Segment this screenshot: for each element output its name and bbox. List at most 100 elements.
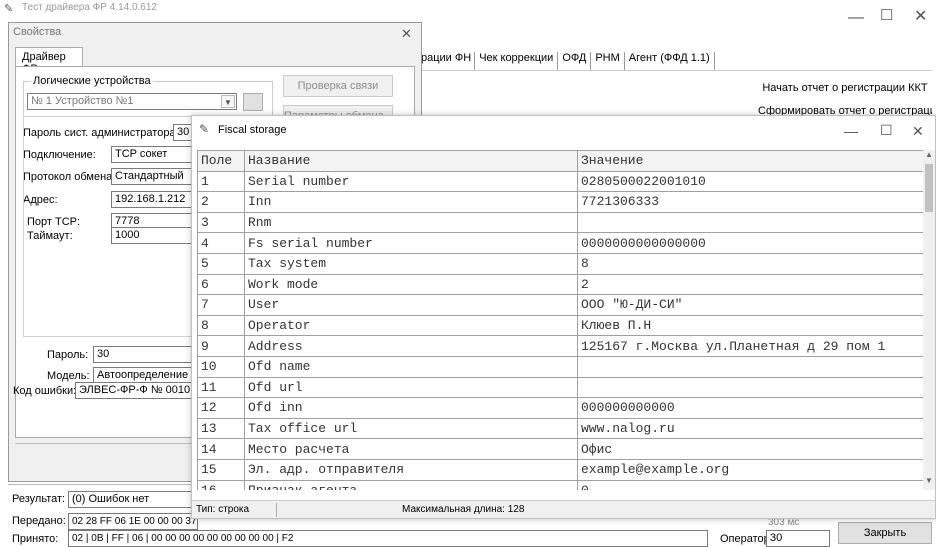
row-value[interactable]: 2 <box>577 273 923 296</box>
row-name[interactable]: Tax system <box>244 252 578 275</box>
row-value[interactable]: 0 <box>577 479 923 490</box>
table-row[interactable]: 8 Operator Клюев П.Н <box>197 314 923 337</box>
scroll-down-icon[interactable]: ▼ <box>924 476 934 488</box>
check-link-button[interactable]: Проверка связи <box>283 75 393 97</box>
model-label: Модель: <box>47 370 90 382</box>
password-label: Пароль: <box>47 349 89 361</box>
minimize-icon[interactable]: — <box>848 10 864 26</box>
row-value[interactable]: 000000000000 <box>577 397 923 419</box>
table-row[interactable]: 11 Ofd url <box>197 376 923 399</box>
row-value[interactable]: 0280500022001010 <box>577 170 923 193</box>
row-name[interactable]: Work mode <box>244 273 578 296</box>
row-value[interactable] <box>577 355 923 378</box>
table-row[interactable]: 16Признак агента0 <box>197 479 923 490</box>
col-value[interactable]: Значение <box>577 150 923 172</box>
close-button[interactable]: Закрыть <box>838 522 932 544</box>
vertical-scrollbar[interactable]: ▲ ▼ <box>923 150 935 490</box>
tab-rnm[interactable]: РНМ <box>591 52 625 70</box>
device-options-button[interactable] <box>243 93 263 111</box>
table-row[interactable]: 2 Inn 7721306333 <box>197 191 923 213</box>
row-value[interactable]: www.nalog.ru <box>577 417 923 440</box>
table-row[interactable]: 9 Address 125167 г.Москва ул.Планетная д 2… <box>197 335 923 357</box>
error-code-label: Код ошибки: <box>13 385 77 397</box>
row-name[interactable]: Serial number <box>244 170 578 193</box>
row-value[interactable]: 125167 г.Москва ул.Планетная д 29 пом 1 <box>577 335 923 357</box>
sent-label: Передано: <box>12 515 66 527</box>
row-name[interactable]: Место расчета <box>244 438 578 460</box>
row-value[interactable]: 8 <box>577 252 923 275</box>
row-field-number[interactable]: 16 <box>197 479 245 490</box>
chevron-down-icon[interactable]: ▼ <box>221 95 235 108</box>
table-row[interactable]: 3 Rnm <box>197 211 923 234</box>
row-name[interactable]: Inn <box>244 191 578 213</box>
row-name[interactable]: Эл. адр. отправителя <box>244 458 578 481</box>
fiscal-minimize-icon[interactable]: — <box>844 123 858 139</box>
fiscal-close-icon[interactable]: ✕ <box>912 123 924 139</box>
tab-underline <box>418 70 932 71</box>
row-field-number[interactable]: 8 <box>197 314 245 337</box>
table-row[interactable]: 14 Место расчета Офис <box>197 438 923 460</box>
device-select[interactable]: № 1 Устройство №1 <box>27 93 237 110</box>
fiscal-maximize-icon[interactable]: ☐ <box>880 122 893 138</box>
table-row[interactable]: 10 Ofd name <box>197 355 923 378</box>
row-value[interactable]: 7721306333 <box>577 191 923 213</box>
row-name[interactable]: Address <box>244 335 578 357</box>
row-field-number[interactable]: 2 <box>197 191 245 213</box>
col-name[interactable]: Название <box>244 150 578 172</box>
table-row[interactable]: 7 User ООО "Ю-ДИ-СИ" <box>197 294 923 316</box>
row-field-number[interactable]: 14 <box>197 438 245 460</box>
row-value[interactable] <box>577 211 923 234</box>
password-field[interactable]: 30 <box>93 346 193 363</box>
table-row[interactable]: 4 Fs serial number 0000000000000000 <box>197 232 923 254</box>
tab-ofd[interactable]: ОФД <box>558 52 592 70</box>
table-row[interactable]: 13 Tax office url www.nalog.ru <box>197 417 923 440</box>
row-field-number[interactable]: 6 <box>197 273 245 296</box>
row-field-number[interactable]: 7 <box>197 294 245 316</box>
operator-field: 30 <box>766 530 830 547</box>
row-field-number[interactable]: 11 <box>197 376 245 399</box>
row-value[interactable] <box>577 376 923 399</box>
maximize-icon[interactable]: ☐ <box>880 8 893 24</box>
start-report-button[interactable]: Начать отчет о регистрации ККТ <box>758 78 932 100</box>
table-row[interactable]: 1 Serial number 0280500022001010 <box>197 170 923 193</box>
close-icon[interactable]: ✕ <box>914 9 927 25</box>
row-name[interactable]: Fs serial number <box>244 232 578 254</box>
row-value[interactable]: 0000000000000000 <box>577 232 923 254</box>
row-name[interactable]: Tax office url <box>244 417 578 440</box>
row-name[interactable]: Ofd url <box>244 376 578 399</box>
result-label: Результат: <box>12 493 66 505</box>
row-name[interactable]: Признак агента <box>244 479 578 490</box>
row-name[interactable]: Rnm <box>244 211 578 234</box>
row-name[interactable]: Operator <box>244 314 578 337</box>
properties-close-icon[interactable]: ✕ <box>401 26 412 42</box>
row-field-number[interactable]: 15 <box>197 458 245 481</box>
row-field-number[interactable]: 13 <box>197 417 245 440</box>
tab-fn-operations[interactable]: рации ФН <box>418 52 476 70</box>
row-name[interactable]: Ofd inn <box>244 397 578 419</box>
row-value[interactable]: Клюев П.Н <box>577 314 923 337</box>
row-field-number[interactable]: 1 <box>197 170 245 193</box>
table-row[interactable]: 15 Эл. адр. отправителя example@example.or… <box>197 458 923 481</box>
row-field-number[interactable]: 12 <box>197 397 245 419</box>
tab-driver-fr[interactable]: Драйвер ФР <box>15 47 83 75</box>
row-field-number[interactable]: 4 <box>197 232 245 254</box>
received-field: 02 | 0B | FF | 06 | 00 00 00 00 00 00 00… <box>68 530 708 547</box>
row-value[interactable]: example@example.org <box>577 458 923 481</box>
row-name[interactable]: User <box>244 294 578 316</box>
properties-dialog-title: Свойства <box>13 26 62 38</box>
tab-agent[interactable]: Агент (ФФД 1.1) <box>625 52 715 70</box>
table-row[interactable]: 6 Work mode 2 <box>197 273 923 296</box>
col-field[interactable]: Поле <box>197 150 245 172</box>
tab-correction-check[interactable]: Чек коррекции <box>475 52 559 70</box>
row-field-number[interactable]: 10 <box>197 355 245 378</box>
table-row[interactable]: 5 Tax system 8 <box>197 252 923 275</box>
row-field-number[interactable]: 3 <box>197 211 245 234</box>
row-value[interactable]: Офис <box>577 438 923 460</box>
table-row[interactable]: 12 Ofd inn 000000000000 <box>197 397 923 419</box>
row-field-number[interactable]: 5 <box>197 252 245 275</box>
scroll-thumb[interactable] <box>925 164 933 212</box>
row-value[interactable]: ООО "Ю-ДИ-СИ" <box>577 294 923 316</box>
scroll-up-icon[interactable]: ▲ <box>924 150 934 162</box>
row-name[interactable]: Ofd name <box>244 355 578 378</box>
row-field-number[interactable]: 9 <box>197 335 245 357</box>
